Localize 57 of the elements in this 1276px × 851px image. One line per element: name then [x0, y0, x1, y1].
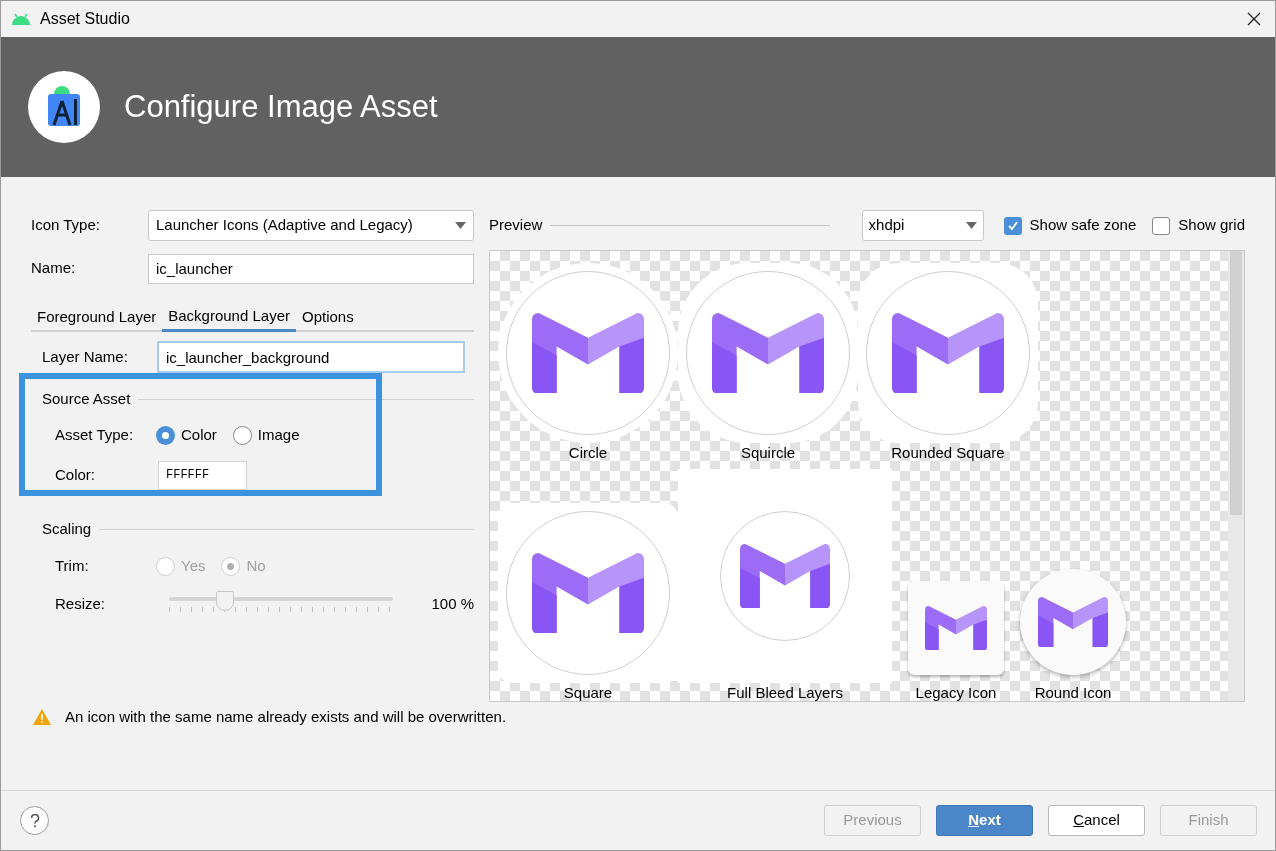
field-label: Trim: — [55, 555, 90, 576]
radio-label: Yes — [181, 555, 206, 576]
radio-label: No — [246, 555, 266, 576]
caret-icon — [965, 222, 977, 229]
field-label: Icon Type: — [31, 215, 101, 236]
logo-icon — [712, 312, 824, 394]
tab[interactable]: Background Layer — [162, 303, 296, 332]
radio-label: Image — [257, 424, 300, 445]
dialog-button[interactable]: Next — [936, 805, 1033, 836]
scrollbar[interactable] — [1228, 251, 1244, 701]
resize-reading: 100 % — [431, 593, 474, 614]
field-label: Resize: — [55, 593, 107, 614]
layer-name-field[interactable]: ic_launcher_background — [157, 341, 465, 373]
preview-label: Rounded Square — [891, 443, 1005, 463]
logo-icon — [892, 312, 1004, 394]
checkbox-label: Show safe zone — [1029, 215, 1137, 236]
android-icon — [11, 13, 31, 25]
tab[interactable]: Options — [296, 303, 360, 332]
field-label: Layer Name: — [42, 346, 129, 367]
field-label: Name: — [31, 258, 77, 279]
preview-label: Round Icon — [1034, 683, 1112, 703]
icon-type-dropdown[interactable]: Launcher Icons (Adaptive and Legacy) — [148, 210, 474, 241]
page-title: Configure Image Asset — [124, 87, 438, 126]
logo-icon — [1038, 596, 1108, 648]
radio-label: Color — [181, 424, 217, 445]
section-heading: Source Asset — [42, 388, 131, 409]
field-label: Color: — [55, 464, 96, 485]
radio-button[interactable] — [232, 425, 252, 445]
caret-icon — [455, 222, 466, 229]
section-heading: Scaling — [42, 518, 92, 539]
field-label: Asset Type: — [55, 424, 135, 445]
name-field[interactable]: ic_launcher — [148, 253, 474, 284]
radio-button[interactable] — [156, 425, 175, 445]
help-icon — [29, 813, 40, 828]
section-heading: Preview — [489, 215, 543, 236]
preview-label: Circle — [568, 443, 608, 463]
preview-label: Squircle — [740, 443, 796, 463]
preview-label: Legacy Icon — [915, 683, 997, 703]
tab[interactable]: Foreground Layer — [31, 303, 163, 332]
window-title: Asset Studio — [40, 9, 130, 29]
logo-icon — [740, 543, 830, 609]
warning-icon — [33, 709, 51, 725]
close-icon[interactable] — [1247, 12, 1261, 26]
logo-icon — [532, 312, 644, 394]
density-dropdown[interactable]: xhdpi — [861, 210, 984, 241]
check-icon — [1006, 219, 1019, 232]
checkbox[interactable] — [1003, 216, 1022, 235]
checkbox[interactable] — [1152, 216, 1171, 235]
preview-label: Full Bleed Layers — [727, 683, 843, 703]
logo-icon — [925, 605, 987, 651]
help-button[interactable] — [20, 806, 49, 835]
color-field[interactable]: FFFFFF — [158, 460, 247, 490]
logo-icon — [532, 552, 644, 634]
warning-message: An icon with the same name already exists and will be overwritten. — [65, 706, 507, 727]
preview-label: Square — [563, 683, 613, 703]
dialog-button[interactable]: Cancel — [1048, 805, 1145, 836]
checkbox-label: Show grid — [1178, 215, 1245, 236]
